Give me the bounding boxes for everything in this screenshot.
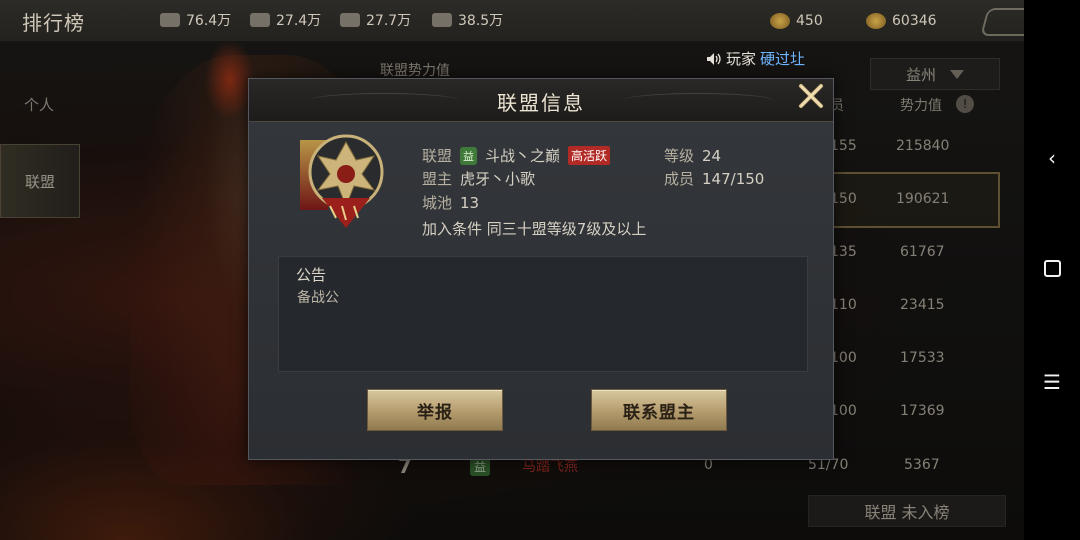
grain-icon [432, 13, 452, 27]
cities-value: 13 [460, 193, 480, 212]
resource-grain: 38.5万 [432, 10, 503, 30]
notice-panel [278, 256, 808, 372]
dialog-header: 联盟信息 [249, 79, 833, 122]
resource-wood: 76.4万 [160, 10, 231, 30]
members-line: 成员 147/150 [664, 168, 764, 189]
level-label: 等级 [664, 147, 695, 165]
activity-badge: 高活跃 [568, 146, 611, 165]
nav-home-icon[interactable] [1024, 258, 1080, 282]
stone-icon [340, 13, 360, 27]
alliance-label: 联盟 [422, 147, 453, 165]
system-nav-bar: ‹ ☰ [1024, 0, 1080, 540]
alliance-name-line: 联盟 益 斗战丶之巅 高活跃 [422, 145, 611, 166]
gold-coin-icon [770, 13, 790, 29]
level-value: 24 [702, 146, 722, 165]
page-title: 排行榜 [22, 11, 85, 35]
wood-icon [160, 13, 180, 27]
resource-value: 38.5万 [458, 13, 504, 29]
resource-value: 27.7万 [366, 13, 412, 29]
nav-back-icon[interactable]: ‹ [1024, 146, 1080, 170]
alliance-tag-badge: 益 [460, 146, 478, 165]
leader-label: 盟主 [422, 170, 453, 188]
speaker-icon [707, 52, 721, 65]
dialog-title: 联盟信息 [497, 91, 585, 115]
top-bar: 排行榜 76.4万 27.4万 27.7万 38.5万 450 60346 [0, 0, 1080, 41]
announcement-banner: 玩家 硬过圵 [706, 48, 805, 69]
cities-label: 城池 [422, 194, 453, 212]
notice-body: 备战公 [297, 290, 339, 306]
nav-menu-icon[interactable]: ☰ [1024, 370, 1080, 394]
resource-iron: 27.4万 [250, 10, 321, 30]
banner-prefix: 玩家 [726, 50, 757, 68]
coin-value: 450 [796, 13, 823, 29]
cities-line: 城池 13 [422, 192, 479, 213]
banner-player-name[interactable]: 硬过圵 [760, 48, 805, 69]
notice-title: 公告 [296, 266, 327, 284]
close-icon[interactable] [798, 83, 824, 109]
leader-line: 盟主 虎牙丶小歌 [422, 168, 535, 189]
join-condition: 加入条件 同三十盟等级7级及以上 [422, 220, 647, 238]
alliance-emblem-icon [300, 134, 384, 228]
iron-icon [250, 13, 270, 27]
resource-value: 27.4万 [276, 13, 322, 29]
members-label: 成员 [664, 170, 695, 188]
gold-coins: 450 [770, 13, 823, 29]
copper-coins: 60346 [866, 13, 937, 29]
contact-leader-button[interactable]: 联系盟主 [591, 389, 727, 431]
members-value: 147/150 [702, 169, 765, 188]
level-line: 等级 24 [664, 145, 721, 166]
alliance-name: 斗战丶之巅 [485, 147, 561, 165]
leader-name[interactable]: 虎牙丶小歌 [460, 168, 535, 189]
coin-value: 60346 [892, 13, 937, 29]
resource-stone: 27.7万 [340, 10, 411, 30]
copper-coin-icon [866, 13, 886, 29]
report-button[interactable]: 举报 [367, 389, 503, 431]
resource-value: 76.4万 [186, 13, 232, 29]
